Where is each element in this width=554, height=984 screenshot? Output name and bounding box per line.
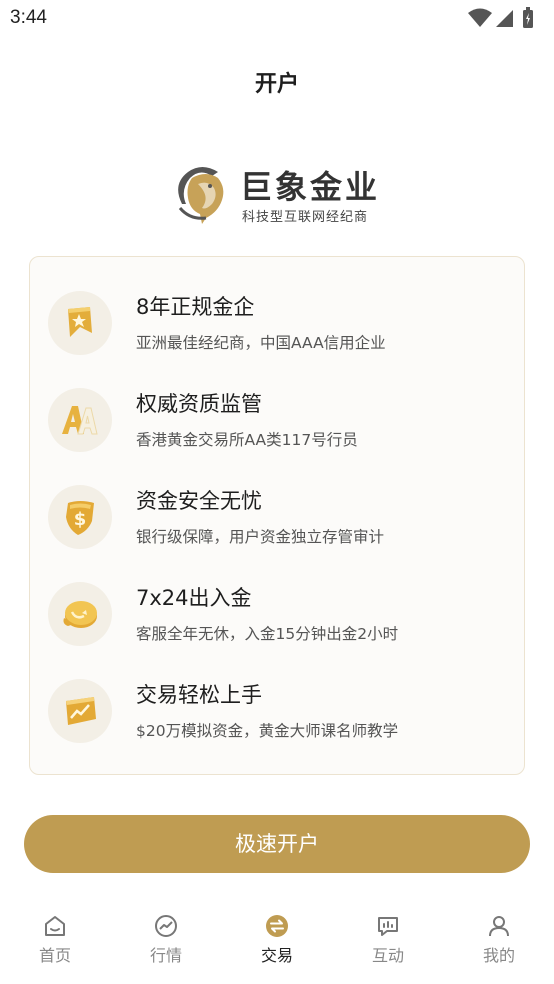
tab-label: 行情: [149, 946, 182, 965]
status-bar: 3:44: [0, 0, 554, 38]
brand-name: 巨象金业: [240, 168, 381, 206]
feature-desc: 客服全年无休，入金15分钟出金2小时: [136, 625, 399, 643]
status-icons: [464, 7, 544, 30]
battery-icon: [523, 7, 533, 28]
feature-item: 7x24出入金 客服全年无休，入金15分钟出金2小时: [46, 580, 506, 650]
feature-desc: $20万模拟资金，黄金大师课名师教学: [136, 722, 399, 740]
bottom-tab-bar: 首页 行情 交易 互动 我的: [0, 900, 554, 984]
tab-label: 互动: [371, 946, 404, 965]
coin-swap-icon: [48, 582, 112, 646]
features-card: 8年正规金企 亚洲最佳经纪商，中国AAA信用企业 权威资质监管 香港黄金交易所A…: [29, 256, 525, 775]
swap-icon: [266, 915, 288, 937]
elephant-logo-icon: [178, 167, 224, 224]
feature-desc: 香港黄金交易所AA类117号行员: [136, 431, 358, 449]
feature-title: 7x24出入金: [136, 586, 252, 610]
star-ribbon-icon: [48, 291, 112, 355]
chart-icon: [155, 915, 177, 937]
tab-label: 我的: [482, 946, 515, 965]
feature-title: 交易轻松上手: [136, 683, 262, 707]
tab-market[interactable]: 行情: [121, 914, 211, 970]
chat-icon: [378, 917, 398, 936]
tab-mine[interactable]: 我的: [454, 914, 544, 970]
user-icon: [489, 916, 509, 937]
feature-item: 权威资质监管 香港黄金交易所AA类117号行员: [46, 386, 506, 456]
page-title: 开户: [254, 72, 299, 97]
feature-desc: 亚洲最佳经纪商，中国AAA信用企业: [136, 334, 386, 352]
tab-home[interactable]: 首页: [10, 914, 100, 970]
feature-item: $ 资金安全无忧 银行级保障，用户资金独立存管审计: [46, 483, 506, 553]
feature-title: 资金安全无忧: [136, 489, 262, 513]
wifi-icon: [468, 8, 492, 27]
home-icon: [45, 916, 65, 936]
feature-title: 8年正规金企: [136, 295, 255, 319]
tab-label: 交易: [260, 946, 293, 965]
tab-label: 首页: [38, 946, 71, 965]
feature-item: 8年正规金企 亚洲最佳经纪商，中国AAA信用企业: [46, 289, 506, 359]
aa-badge-icon: [48, 388, 112, 452]
open-account-button[interactable]: 极速开户: [24, 815, 530, 873]
tab-interact[interactable]: 互动: [343, 914, 433, 970]
feature-item: 交易轻松上手 $20万模拟资金，黄金大师课名师教学: [46, 677, 506, 747]
dollar-shield-icon: $: [48, 485, 112, 549]
brand-block: 巨象金业 科技型互联网经纪商: [172, 162, 392, 228]
feature-desc: 银行级保障，用户资金独立存管审计: [136, 528, 385, 546]
brand-slogan: 科技型互联网经纪商: [242, 210, 369, 225]
signal-icon: [496, 10, 513, 27]
feature-title: 权威资质监管: [136, 392, 262, 416]
status-time: 3:44: [10, 7, 47, 28]
trend-card-icon: [48, 679, 112, 743]
tab-trade[interactable]: 交易: [232, 914, 322, 970]
svg-text:$: $: [74, 509, 87, 530]
